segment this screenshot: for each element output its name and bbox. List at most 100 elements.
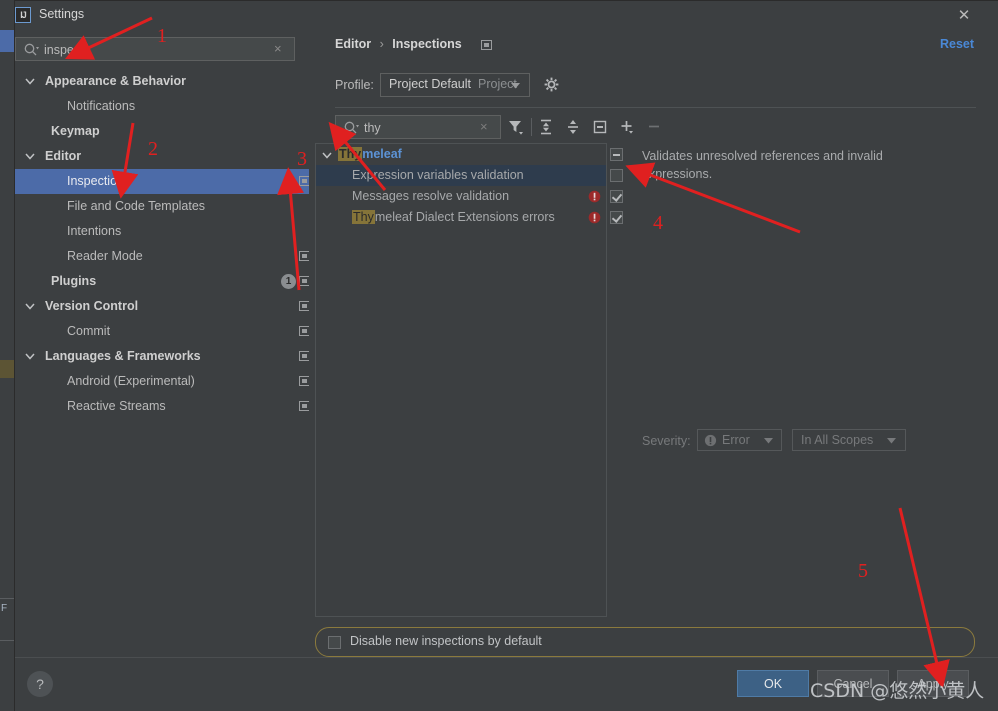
- inspection-row[interactable]: Thymeleaf Dialect Extensions errors: [316, 207, 623, 228]
- sidebar-item-appearance-behavior[interactable]: Appearance & Behavior: [15, 69, 309, 94]
- profile-row: Profile: Project Default Project: [335, 73, 975, 99]
- show-only-enabled-icon[interactable]: [590, 117, 610, 137]
- close-icon[interactable]: ×: [480, 119, 488, 134]
- apply-button[interactable]: Apply: [897, 670, 969, 697]
- disable-new-inspections-checkbox[interactable]: [328, 636, 341, 649]
- reset-link[interactable]: Reset: [940, 37, 974, 51]
- help-button[interactable]: ?: [27, 671, 53, 697]
- sidebar-item-version-control[interactable]: Version Control: [15, 294, 310, 319]
- severity-value: Error: [722, 433, 750, 447]
- sidebar-item-label: Commit: [67, 324, 111, 338]
- scope-dropdown[interactable]: In All Scopes: [792, 429, 906, 451]
- severity-label: Severity:: [642, 434, 691, 448]
- inspection-name: meleaf Dialect Extensions errors: [374, 210, 555, 224]
- add-icon[interactable]: [617, 117, 637, 137]
- sidebar-item-label: Intentions: [67, 224, 122, 238]
- sidebar-item-reactive-streams[interactable]: Reactive Streams: [15, 394, 310, 419]
- sidebar-search-value: inspe: [44, 43, 74, 57]
- sidebar-item-plugins[interactable]: Plugins 1: [15, 269, 310, 294]
- sidebar-item-editor[interactable]: Editor: [15, 144, 309, 169]
- sidebar-item-android-experimental[interactable]: Android (Experimental): [15, 369, 310, 394]
- sidebar-item-label: Plugins: [51, 274, 97, 288]
- chevron-down-icon[interactable]: [322, 150, 332, 160]
- scope-value: In All Scopes: [801, 433, 874, 447]
- sidebar-search-field[interactable]: inspe ×: [15, 37, 295, 61]
- sidebar-item-intentions[interactable]: Intentions: [15, 219, 309, 244]
- inspection-description: Validates unresolved references and inva…: [642, 149, 883, 181]
- sidebar-item-notifications[interactable]: Notifications: [15, 94, 309, 119]
- settings-sidebar: inspe × Appearance & Behavior Notificatio…: [15, 29, 310, 657]
- chevron-down-icon: [511, 83, 520, 89]
- inspections-toolbar: thy ×: [335, 115, 976, 141]
- chevron-down-icon: [25, 78, 35, 85]
- settings-dialog: IJ Settings ✕ inspe × Appearance & Behav…: [14, 0, 998, 711]
- ok-button[interactable]: OK: [737, 670, 809, 697]
- dialog-title: Settings: [39, 7, 85, 21]
- profile-label: Profile:: [335, 78, 374, 92]
- search-icon: [344, 121, 359, 134]
- inspection-search-field[interactable]: thy ×: [335, 115, 501, 139]
- inspection-group-name: meleaf: [362, 147, 402, 161]
- inspection-label: Expression variables validation: [352, 167, 524, 184]
- copy-settings-path-icon[interactable]: [481, 40, 492, 50]
- breadcrumb-parent[interactable]: Editor: [335, 37, 371, 51]
- sidebar-item-languages-frameworks[interactable]: Languages & Frameworks: [15, 344, 310, 369]
- breadcrumb: Editor › Inspections: [335, 37, 462, 51]
- error-icon: [704, 434, 717, 447]
- disable-new-inspections-label: Disable new inspections by default: [350, 634, 542, 648]
- chevron-down-icon: [25, 303, 35, 310]
- profile-value: Project Default: [389, 77, 471, 91]
- remove-icon: [649, 125, 659, 128]
- inspection-label: Messages resolve validation: [352, 188, 509, 205]
- sidebar-item-label: Reader Mode: [67, 249, 143, 263]
- search-match-highlight: Thy: [352, 210, 375, 224]
- breadcrumb-current: Inspections: [392, 37, 462, 51]
- disable-new-inspections-row[interactable]: Disable new inspections by default: [315, 627, 975, 657]
- status-badge: 1: [281, 274, 296, 289]
- sidebar-item-label: Editor: [45, 149, 82, 163]
- inspection-group-row[interactable]: Thymeleaf: [316, 144, 623, 165]
- ide-strip-selection: [0, 30, 14, 52]
- close-icon[interactable]: ×: [274, 41, 282, 56]
- breadcrumb-separator: ›: [379, 37, 384, 51]
- ide-strip-label: F: [1, 603, 8, 614]
- close-icon[interactable]: ✕: [953, 5, 975, 27]
- inspection-row[interactable]: Messages resolve validation: [316, 186, 623, 207]
- ide-background-strip: F: [0, 0, 14, 711]
- ide-strip-divider-2: [0, 640, 14, 641]
- gear-icon[interactable]: [543, 76, 561, 94]
- chevron-down-icon: [25, 153, 35, 160]
- sidebar-item-label: Keymap: [51, 124, 100, 138]
- profile-dropdown[interactable]: Project Default Project: [380, 73, 530, 97]
- inspections-tree: Thymeleaf Expression variables validation…: [315, 143, 623, 617]
- sidebar-item-keymap[interactable]: Keymap: [15, 119, 309, 144]
- sidebar-tree: Appearance & Behavior Notifications Keymap…: [15, 69, 310, 419]
- severity-dropdown[interactable]: Error: [697, 429, 782, 451]
- inspection-row[interactable]: Expression variables validation: [316, 165, 623, 186]
- sidebar-item-label: Languages & Frameworks: [45, 349, 201, 363]
- sidebar-item-commit[interactable]: Commit: [15, 319, 310, 344]
- sidebar-item-label: Android (Experimental): [67, 374, 195, 388]
- sidebar-item-label: Reactive Streams: [67, 399, 166, 413]
- sidebar-item-inspections[interactable]: Inspections: [15, 169, 310, 194]
- severity-row: Severity: Error In All Scopes: [642, 429, 972, 453]
- sidebar-item-label: Version Control: [45, 299, 139, 313]
- inspection-name: Expression variables validation: [352, 168, 524, 182]
- inspection-details-panel: Validates unresolved references and inva…: [617, 143, 975, 617]
- ide-strip-marker: [0, 360, 14, 378]
- dialog-footer: ? OK Cancel Apply: [15, 657, 998, 711]
- sidebar-item-file-and-code-templates[interactable]: File and Code Templates: [15, 194, 309, 219]
- sidebar-item-label: Notifications: [67, 99, 136, 113]
- filter-icon[interactable]: [505, 117, 525, 137]
- search-match-highlight: Thy: [338, 147, 363, 161]
- sidebar-item-label: Appearance & Behavior: [45, 74, 187, 88]
- inspection-name: Messages resolve validation: [352, 189, 510, 203]
- inspection-group-label: Thymeleaf: [338, 146, 402, 163]
- cancel-button[interactable]: Cancel: [817, 670, 889, 697]
- search-icon: [24, 43, 39, 56]
- collapse-all-icon[interactable]: [563, 117, 583, 137]
- sidebar-item-reader-mode[interactable]: Reader Mode: [15, 244, 310, 269]
- ide-strip-divider: [0, 598, 14, 599]
- expand-all-icon[interactable]: [536, 117, 556, 137]
- sidebar-item-label: Inspections: [67, 174, 131, 188]
